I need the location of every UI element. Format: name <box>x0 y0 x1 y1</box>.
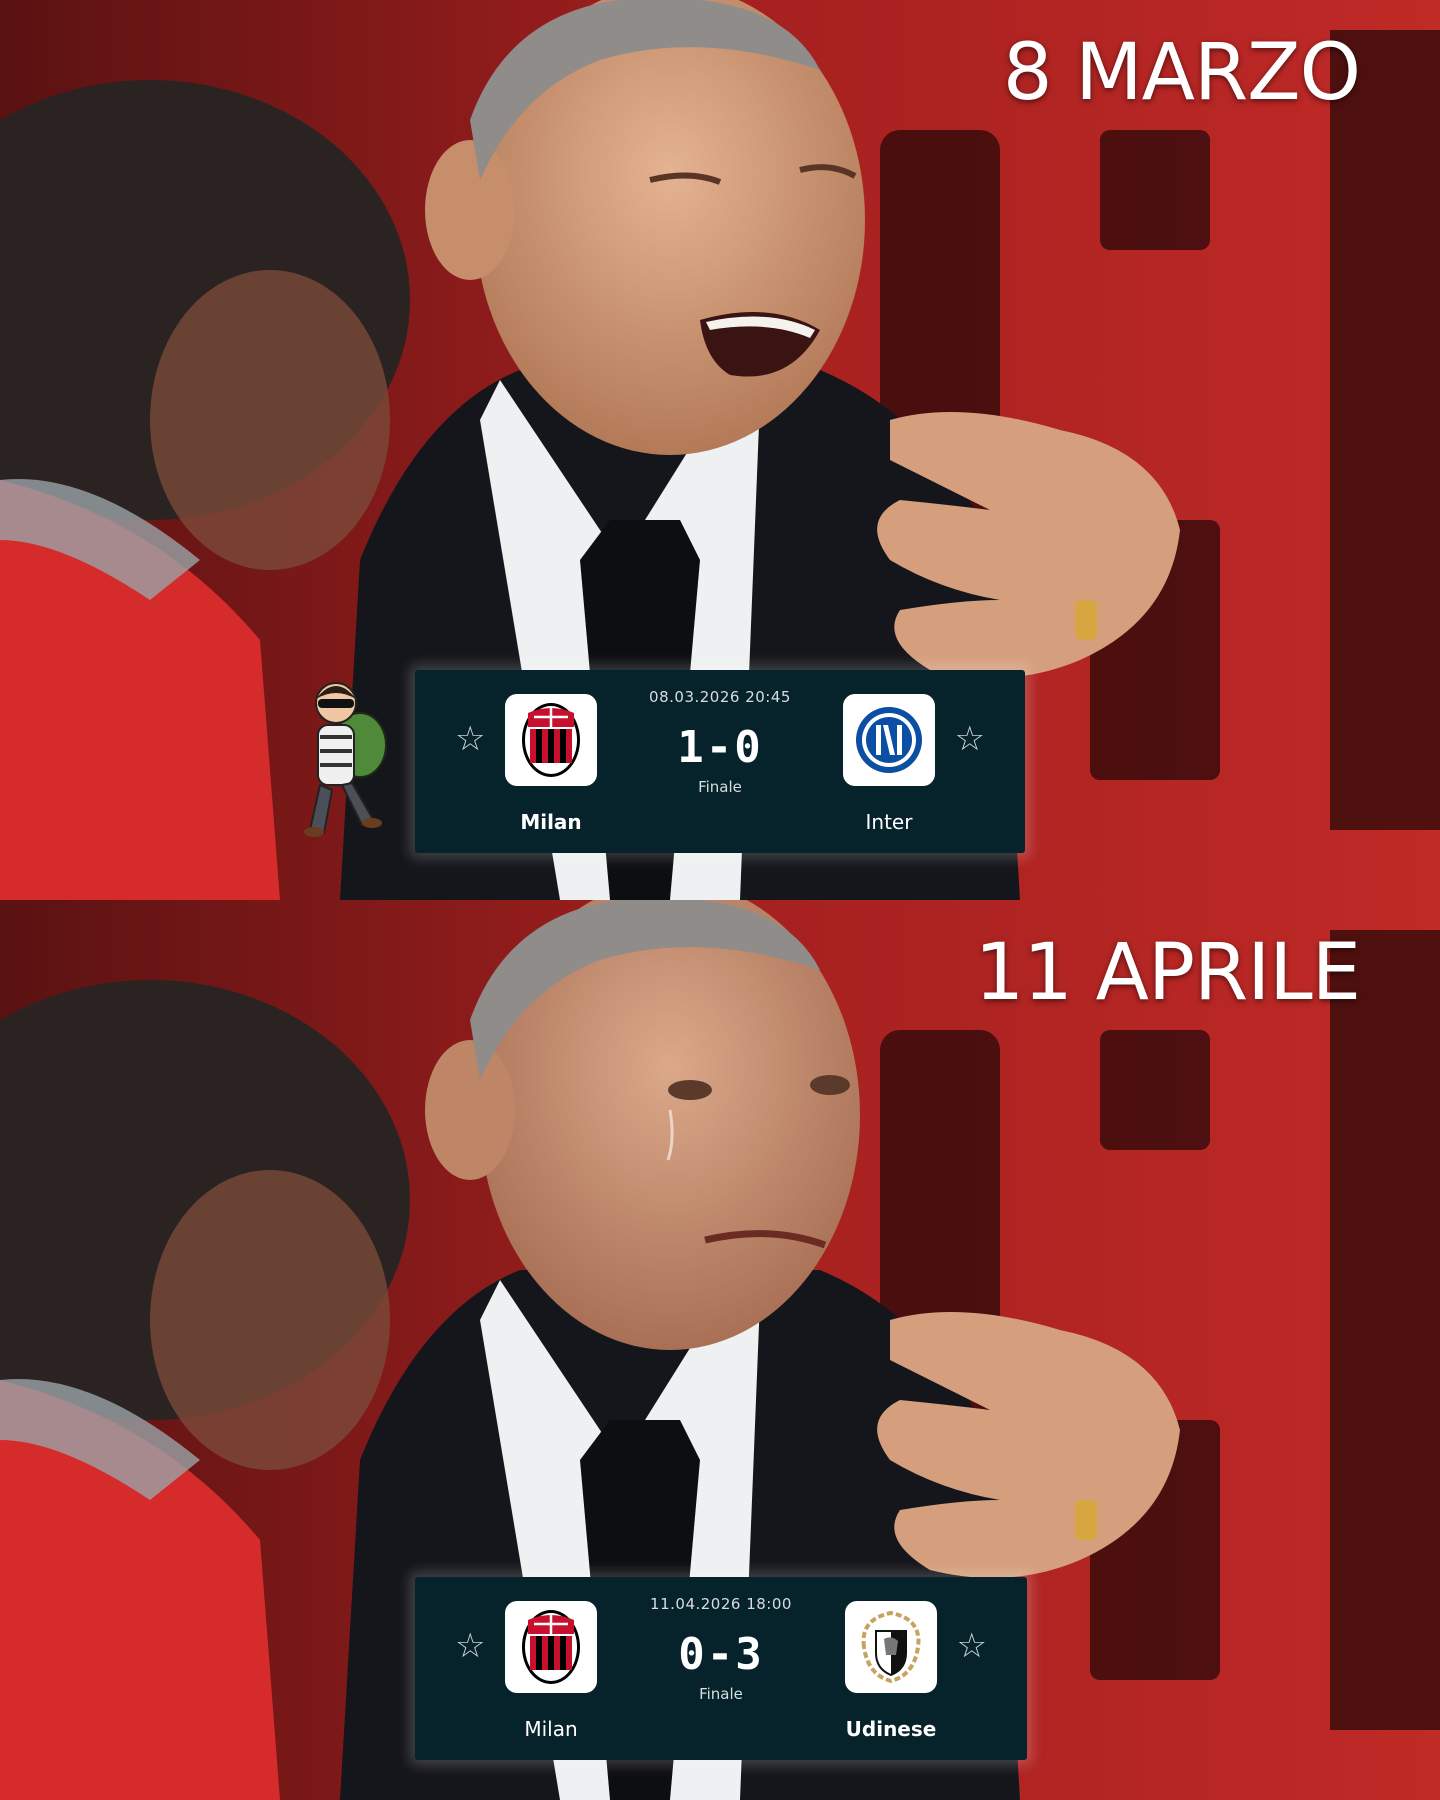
panel-bottom-crying: 11 APRILE ☆ 11.04.2026 18:00 0-3 Finale <box>0 900 1440 1800</box>
date-caption: 8 MARZO <box>1002 28 1361 118</box>
thief-cartoon-icon <box>304 682 387 837</box>
match-scorecard[interactable]: ☆ 11.04.2026 18:00 0-3 Finale ☆ Milan Ud… <box>415 1577 1027 1760</box>
away-team-name: Udinese <box>845 1717 937 1741</box>
home-team-name: Milan <box>520 810 582 834</box>
panel-top-happy: 8 MARZO ☆ 08.03.2026 20:45 1-0 Finale ☆ … <box>0 0 1440 900</box>
udinese-crest-icon <box>845 1601 937 1693</box>
match-status: Finale <box>698 778 742 796</box>
match-scorecard[interactable]: ☆ 08.03.2026 20:45 1-0 Finale ☆ Milan In… <box>415 670 1025 853</box>
away-team-name: Inter <box>865 810 913 834</box>
favorite-star-icon[interactable]: ☆ <box>955 722 985 756</box>
inter-crest-icon <box>843 694 935 786</box>
home-team-name: Milan <box>524 1717 578 1741</box>
favorite-star-icon[interactable]: ☆ <box>957 1629 987 1663</box>
date-caption: 11 APRILE <box>974 928 1361 1018</box>
match-status: Finale <box>699 1685 743 1703</box>
